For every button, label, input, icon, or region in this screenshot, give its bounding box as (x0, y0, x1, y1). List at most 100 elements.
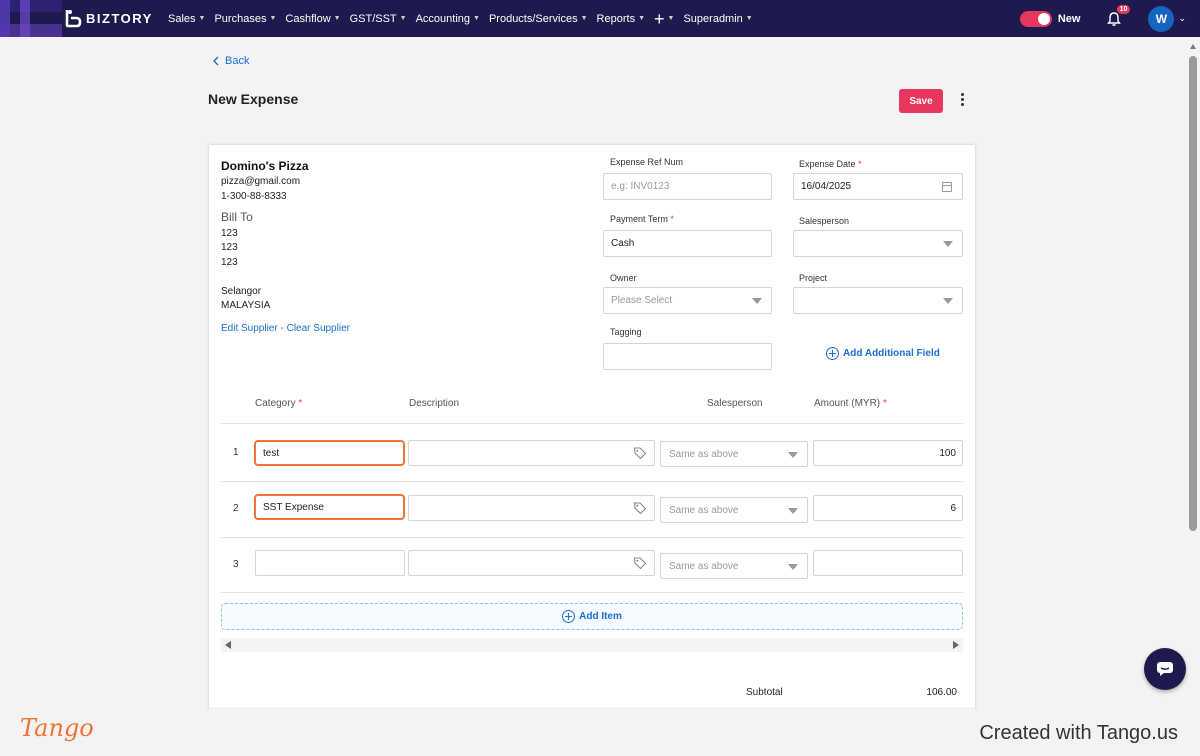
calendar-icon[interactable] (942, 182, 952, 192)
expense-form-card: Domino's Pizza pizza@gmail.com 1-300-88-… (209, 145, 975, 725)
divider (221, 537, 963, 538)
salesperson-value: Same as above (669, 448, 739, 460)
required-mark: * (670, 214, 674, 224)
address-line: 123 (221, 228, 238, 239)
salesperson-select[interactable]: Same as above (660, 441, 808, 467)
expense-date-label: Expense Date * (799, 159, 862, 169)
scroll-right-arrow-icon[interactable] (953, 641, 959, 649)
address-state: Selangor (221, 286, 262, 297)
notification-badge: 10 (1116, 4, 1131, 14)
payment-term-input[interactable]: Cash (603, 230, 772, 257)
supplier-phone: 1-300-88-8333 (221, 191, 287, 202)
new-ui-toggle[interactable] (1019, 10, 1052, 27)
owner-placeholder: Please Select (611, 295, 673, 306)
add-additional-field-button[interactable]: Add Additional Field (826, 347, 940, 360)
brand-name: BIZTORY (86, 10, 153, 26)
amount-input[interactable]: 100 (813, 440, 963, 466)
top-navbar: BIZTORY Sales ▼ Purchases ▼ Cashflow ▼ GST/… (0, 0, 1200, 37)
expense-date-input[interactable]: 16/04/2025 (793, 173, 963, 200)
category-input[interactable]: test (254, 440, 405, 466)
menu-label: Reports (596, 12, 636, 25)
menu-cashflow[interactable]: Cashflow ▼ (285, 13, 340, 25)
menu-accounting[interactable]: Accounting ▼ (416, 13, 480, 25)
amount-input[interactable] (813, 550, 963, 576)
main-menu: Sales ▼ Purchases ▼ Cashflow ▼ GST/SST ▼ Acc… (168, 0, 762, 37)
menu-quick-add[interactable]: + ▼ (654, 10, 674, 28)
category-input[interactable] (255, 550, 405, 576)
plus-icon: + (654, 8, 665, 29)
project-select[interactable] (793, 287, 963, 314)
tag-icon[interactable] (633, 556, 647, 570)
plus-circle-icon (826, 347, 839, 360)
page-scrollbar[interactable] (1189, 56, 1197, 531)
brand-logo[interactable]: BIZTORY (64, 8, 153, 28)
scroll-up-arrow[interactable] (1190, 44, 1196, 49)
menu-sales[interactable]: Sales ▼ (168, 13, 205, 25)
menu-label: Cashflow (285, 12, 331, 25)
chevron-down-icon: ▼ (333, 15, 341, 22)
chevron-down-icon: ▼ (198, 15, 206, 22)
chevron-down-icon (752, 298, 762, 304)
chevron-down-icon: ▼ (269, 15, 277, 22)
table-horizontal-scrollbar[interactable] (221, 638, 963, 652)
row-number: 3 (233, 559, 239, 570)
chevron-down-icon: ▼ (667, 15, 675, 22)
clear-supplier-link[interactable]: Clear Supplier (287, 323, 350, 334)
owner-label: Owner (610, 273, 637, 283)
chevron-down-icon[interactable]: ⌄ (1178, 13, 1186, 24)
tagging-input[interactable] (603, 343, 772, 370)
chevron-down-icon (788, 508, 798, 514)
menu-label: Sales (168, 12, 196, 25)
chat-icon (1157, 662, 1173, 676)
add-item-label: Add Item (579, 611, 622, 622)
dot (960, 98, 964, 101)
avatar[interactable]: W (1148, 5, 1175, 32)
description-input[interactable] (408, 495, 655, 521)
menu-purchases[interactable]: Purchases ▼ (214, 13, 276, 25)
amount-input[interactable]: 6 (813, 495, 963, 521)
payment-term-label: Payment Term * (610, 214, 674, 224)
ref-num-input[interactable]: e.g: INV0123 (603, 173, 772, 200)
menu-label: Purchases (214, 12, 267, 25)
chat-support-button[interactable] (1144, 648, 1186, 690)
owner-select[interactable]: Please Select (603, 287, 772, 314)
menu-gst-sst[interactable]: GST/SST ▼ (350, 13, 407, 25)
biztory-logo-icon (65, 10, 82, 28)
menu-label: GST/SST (349, 12, 397, 25)
dot (960, 103, 964, 106)
save-button[interactable]: Save (899, 89, 943, 113)
label-text: Payment Term (610, 214, 668, 224)
salesperson-select[interactable] (793, 230, 963, 257)
chevron-down-icon (943, 298, 953, 304)
edit-supplier-link[interactable]: Edit Supplier (221, 323, 278, 334)
description-input[interactable] (408, 440, 655, 466)
salesperson-label: Salesperson (799, 216, 850, 226)
bill-to-label: Bill To (221, 210, 253, 224)
tag-icon[interactable] (633, 446, 647, 460)
menu-reports[interactable]: Reports ▼ (597, 13, 645, 25)
add-item-button[interactable]: Add Item (221, 603, 963, 630)
new-ui-label: New (1057, 12, 1081, 25)
col-amount: Amount (MYR) * (814, 398, 887, 409)
back-link[interactable]: Back (213, 55, 249, 67)
ref-num-label: Expense Ref Num (610, 157, 684, 167)
salesperson-select[interactable]: Same as above (660, 497, 808, 523)
header-text: Category (255, 398, 296, 409)
tag-icon[interactable] (633, 501, 647, 515)
category-input[interactable]: SST Expense (254, 494, 405, 520)
col-category: Category * (255, 398, 302, 409)
salesperson-select[interactable]: Same as above (660, 553, 808, 579)
description-input[interactable] (408, 550, 655, 576)
scroll-left-arrow-icon[interactable] (225, 641, 231, 649)
menu-products-services[interactable]: Products/Services ▼ (489, 13, 588, 25)
supplier-name: Domino's Pizza (221, 159, 309, 173)
more-options-button[interactable] (956, 93, 968, 111)
add-field-label: Add Additional Field (843, 348, 940, 359)
notifications-button[interactable]: 10 (1106, 4, 1131, 27)
chevron-down-icon: ▼ (473, 15, 480, 22)
menu-label: Accounting (415, 12, 471, 25)
menu-superadmin[interactable]: Superadmin ▼ (683, 13, 752, 25)
col-salesperson: Salesperson (707, 398, 763, 409)
chevron-down-icon (788, 452, 798, 458)
required-mark: * (298, 398, 303, 409)
